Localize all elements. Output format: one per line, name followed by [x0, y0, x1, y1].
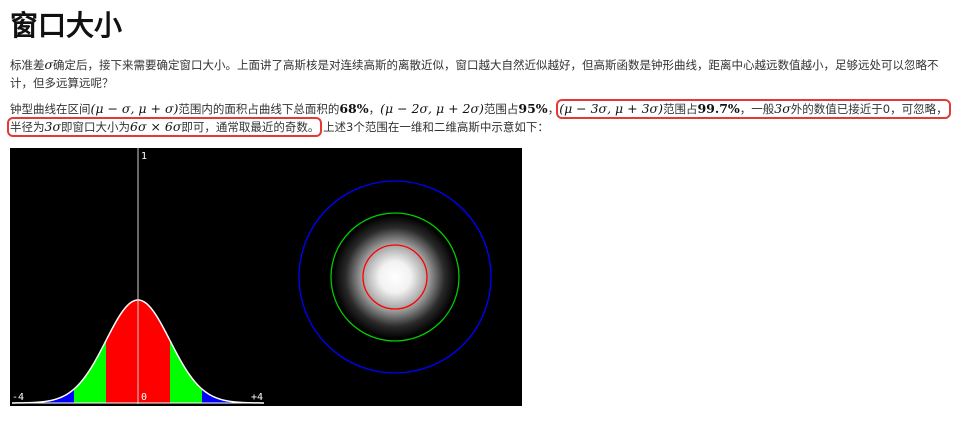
paragraph-intro: 标准差σ确定后，接下来需要确定窗口大小。上面讲了高斯核是对连续高斯的离散近似，窗… — [10, 56, 956, 92]
tick-label-center: 0 — [141, 392, 147, 403]
intro-text-a: 标准差 — [10, 58, 45, 72]
gaussian-illustration: 1 -4 0 +4 — [10, 148, 522, 406]
ranges-text-i: 半径为 — [10, 120, 45, 134]
percent-95: 95% — [518, 101, 548, 116]
interval-2sigma: (μ − 2σ, μ + 2σ) — [380, 101, 484, 116]
interval-3sigma: (μ − 3σ, μ + 3σ) — [559, 101, 663, 116]
window-size-symbol: 6σ × 6σ — [130, 119, 182, 134]
highlight-window-size: 半径为3σ即窗口大小为6σ × 6σ即可，通常取最近的奇数。 — [6, 117, 323, 137]
sigma-symbol: σ — [44, 57, 54, 72]
ranges-text-j: 即窗口大小为 — [61, 120, 130, 134]
three-sigma-symbol: 3σ — [774, 101, 791, 116]
intro-text-b: 确定后，接下来需要确定窗口大小。上面讲了高斯核是对连续高斯的离散近似，窗口越大自… — [10, 58, 939, 90]
percent-99-7: 99.7% — [697, 101, 740, 116]
percent-68: 68% — [339, 101, 369, 116]
ranges-text-g: ，一般 — [739, 102, 775, 116]
ranges-text-f: 范围占 — [662, 102, 698, 116]
ranges-text-d: 范围占 — [483, 102, 519, 116]
ranges-text-l: 上述3个范围在一维和二维高斯中示意如下： — [323, 120, 549, 134]
ranges-comma-1: ， — [368, 102, 381, 116]
interval-1sigma: (μ − σ, μ + σ) — [90, 101, 179, 116]
tick-label-top: 1 — [141, 151, 147, 162]
paragraph-ranges: 钟型曲线在区间(μ − σ, μ + σ)范围内的面积占曲线下总面积的68%，(… — [6, 99, 956, 137]
ranges-text-b: 范围内的面积占曲线下总面积的 — [178, 102, 340, 116]
ranges-text-k: 即可，通常取最近的奇数。 — [181, 120, 320, 134]
highlight-3sigma-range: (μ − 3σ, μ + 3σ)范围占99.7%，一般3σ外的数值已接近于0，可… — [556, 99, 951, 119]
ranges-text-a: 钟型曲线在区间 — [10, 102, 91, 116]
tick-label-right: +4 — [251, 392, 263, 403]
ranges-text-h: 外的数值已接近于0，可忽略， — [790, 102, 948, 116]
section-title: 窗口大小 — [10, 9, 123, 42]
ranges-comma-2: ， — [547, 102, 560, 116]
tick-label-left: -4 — [12, 392, 24, 403]
gaussian-2d-glow — [333, 215, 457, 339]
radius-symbol: 3σ — [44, 119, 62, 134]
gaussian-figure: 1 -4 0 +4 — [10, 148, 522, 406]
